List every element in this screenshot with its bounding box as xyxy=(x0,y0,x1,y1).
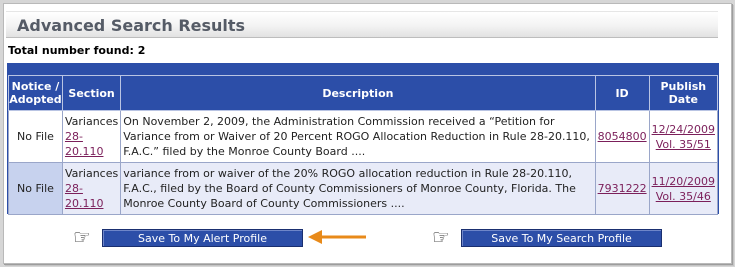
volume-link[interactable]: Vol. 35/46 xyxy=(656,190,711,203)
description-cell: On November 2, 2009, the Administration … xyxy=(120,110,596,163)
section-cell: Variances 28-20.110 xyxy=(61,162,122,215)
id-cell: 8054800 xyxy=(594,110,650,163)
volume-link[interactable]: Vol. 35/51 xyxy=(656,138,711,151)
total-count: Total number found: 2 xyxy=(8,44,146,57)
id-cell: 7931222 xyxy=(594,162,650,215)
save-alert-profile-button[interactable]: Save To My Alert Profile xyxy=(102,229,303,247)
orange-arrow-icon xyxy=(308,230,366,244)
table-header-row: Notice / Adopted Section Description ID … xyxy=(8,75,719,111)
publish-date-link[interactable]: 12/24/2009 xyxy=(652,123,715,136)
description-cell: variance from or waiver of the 20% ROGO … xyxy=(120,162,596,215)
title-bar: Advanced Search Results xyxy=(6,11,718,38)
col-publish-date: Publish Date xyxy=(648,75,719,111)
pointing-hand-icon: ☞ xyxy=(73,225,91,249)
id-link[interactable]: 8054800 xyxy=(598,130,647,143)
results-table: Notice / Adopted Section Description ID … xyxy=(8,75,719,215)
id-link[interactable]: 7931222 xyxy=(598,182,647,195)
section-cell: Variances 28-20.110 xyxy=(61,110,122,163)
col-id: ID xyxy=(594,75,650,111)
col-description: Description xyxy=(120,75,596,111)
publish-cell: 12/24/2009 Vol. 35/51 xyxy=(648,110,719,163)
col-notice: Notice / Adopted xyxy=(8,75,63,111)
section-link[interactable]: 28-20.110 xyxy=(65,130,104,158)
table-row: No File Variances 28-20.110 On November … xyxy=(8,110,719,163)
publish-cell: 11/20/2009 Vol. 35/46 xyxy=(648,162,719,215)
button-row: ☞ Save To My Alert Profile ☞ Save To My … xyxy=(0,226,735,250)
table-row: No File Variances 28-20.110 variance fro… xyxy=(8,162,719,215)
notice-cell: No File xyxy=(8,110,63,163)
save-search-profile-button[interactable]: Save To My Search Profile xyxy=(461,229,662,247)
section-link[interactable]: 28-20.110 xyxy=(65,182,104,210)
pointing-hand-icon: ☞ xyxy=(432,225,450,249)
publish-date-link[interactable]: 11/20/2009 xyxy=(652,175,715,188)
col-section: Section xyxy=(61,75,122,111)
notice-cell: No File xyxy=(8,162,63,215)
page-title: Advanced Search Results xyxy=(17,16,246,35)
section-name: Variances xyxy=(64,115,119,128)
section-name: Variances xyxy=(64,167,119,180)
